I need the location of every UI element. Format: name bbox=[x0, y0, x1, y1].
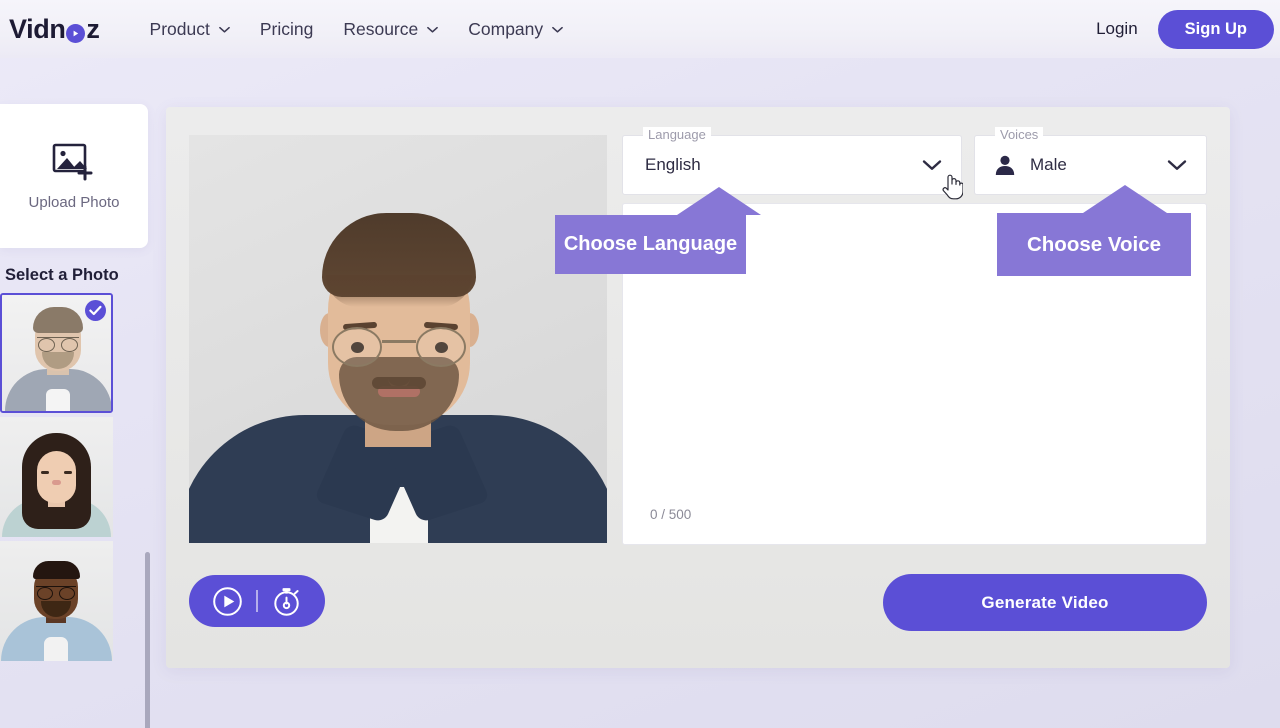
logo-text-after: z bbox=[86, 13, 100, 44]
top-header: Vidn z Product Pricing Resource Company bbox=[0, 0, 1280, 58]
thumbnail-portrait bbox=[0, 417, 113, 537]
chevron-down-icon bbox=[218, 26, 230, 33]
upload-photo-button[interactable]: Upload Photo bbox=[0, 104, 148, 248]
voices-field-label: Voices bbox=[995, 127, 1044, 142]
nav-item-pricing[interactable]: Pricing bbox=[260, 19, 314, 40]
photo-thumb-3[interactable] bbox=[0, 541, 113, 661]
tooltip-arrow bbox=[677, 187, 761, 215]
preview-controls[interactable] bbox=[189, 575, 325, 627]
stopwatch-icon[interactable] bbox=[271, 586, 302, 617]
nav-item-company[interactable]: Company bbox=[468, 18, 564, 40]
chevron-down-icon bbox=[552, 26, 564, 33]
tooltip-voice-text: Choose Voice bbox=[1026, 232, 1162, 256]
nav-label-pricing: Pricing bbox=[259, 18, 314, 39]
language-field-label: Language bbox=[643, 127, 711, 142]
preview-portrait bbox=[189, 135, 607, 543]
nav-label-company: Company bbox=[468, 18, 544, 39]
sign-up-button[interactable]: Sign Up bbox=[1157, 9, 1274, 49]
chevron-down-icon bbox=[427, 26, 439, 33]
select-a-photo-heading: Select a Photo bbox=[5, 266, 119, 284]
header-actions: Login Sign Up bbox=[1096, 9, 1274, 49]
thumbnail-scrollbar[interactable] bbox=[145, 552, 150, 728]
nav-item-resource[interactable]: Resource bbox=[343, 18, 439, 40]
control-divider bbox=[256, 590, 258, 612]
photo-thumb-1[interactable] bbox=[0, 293, 113, 413]
generate-video-button[interactable]: Generate Video bbox=[883, 574, 1207, 631]
chevron-down-icon bbox=[922, 159, 942, 171]
tooltip-choose-voice: Choose Voice bbox=[997, 185, 1191, 276]
play-circle-icon[interactable] bbox=[212, 586, 243, 617]
login-link[interactable]: Login bbox=[1096, 19, 1138, 39]
photo-preview[interactable] bbox=[189, 135, 607, 543]
tooltip-arrow bbox=[1083, 185, 1167, 213]
main-navigation: Product Pricing Resource Company bbox=[150, 19, 564, 40]
logo-text-before: Vidn bbox=[9, 13, 66, 44]
nav-item-product[interactable]: Product bbox=[150, 19, 230, 40]
photo-sidebar: Upload Photo Select a Photo bbox=[0, 104, 150, 728]
tooltip-language-text: Choose Language bbox=[563, 233, 738, 255]
photo-thumbnail-list bbox=[0, 293, 126, 665]
nav-label-product: Product bbox=[149, 18, 210, 39]
character-counter: 0 / 500 bbox=[650, 507, 692, 522]
vidnoz-logo[interactable]: Vidn z bbox=[9, 14, 100, 45]
thumbnail-portrait bbox=[0, 541, 113, 661]
nav-label-resource: Resource bbox=[343, 18, 419, 39]
check-circle-icon bbox=[85, 300, 106, 321]
voice-selected-value: Male bbox=[1030, 155, 1067, 174]
tooltip-choose-language: Choose Language bbox=[555, 187, 761, 274]
language-selected-value: English bbox=[645, 155, 701, 174]
photo-thumb-2[interactable] bbox=[0, 417, 113, 537]
upload-photo-label: Upload Photo bbox=[28, 193, 120, 211]
language-select[interactable]: Language English bbox=[622, 127, 962, 195]
chevron-down-icon bbox=[1167, 159, 1187, 171]
image-add-icon bbox=[52, 142, 96, 182]
play-circle-icon bbox=[66, 24, 86, 43]
person-icon bbox=[994, 154, 1016, 176]
